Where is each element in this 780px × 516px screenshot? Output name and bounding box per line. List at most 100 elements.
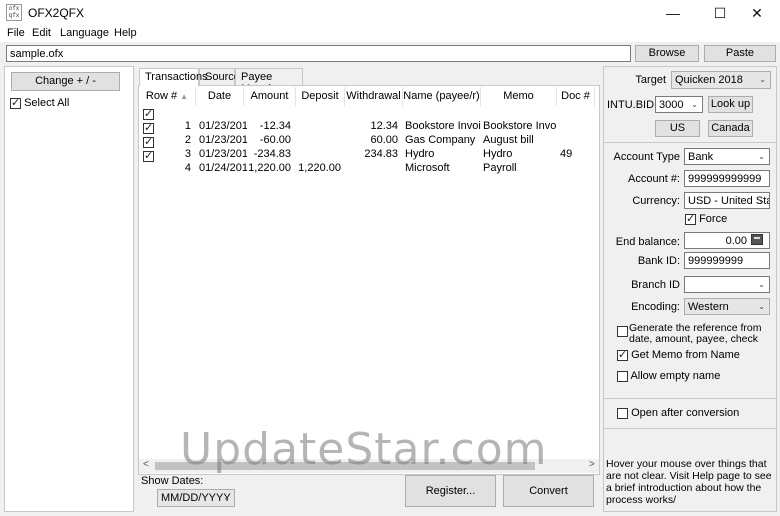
scrollbar-thumb[interactable] — [155, 462, 535, 470]
force-checkbox[interactable] — [685, 212, 696, 225]
bank-id-label: Bank ID: — [637, 255, 680, 267]
target-select[interactable]: Quicken 2018 ⌄ — [671, 71, 771, 89]
column-header-name[interactable]: Name (payee/r) — [403, 87, 481, 106]
column-header-memo[interactable]: Memo — [481, 87, 557, 106]
account-type-select[interactable]: Bank ⌄ — [684, 148, 770, 165]
generate-ref-label: Generate the reference from date, amount… — [629, 322, 762, 345]
show-dates-label: Show Dates: — [141, 475, 204, 487]
allow-empty-label: Allow empty name — [630, 370, 721, 382]
file-path-input[interactable]: sample.ofx — [6, 45, 631, 62]
branch-id-label: Branch ID — [631, 279, 680, 291]
scroll-right-icon[interactable]: > — [589, 459, 595, 470]
browse-button[interactable]: Browse — [635, 45, 699, 62]
menu-language[interactable]: Language — [60, 27, 109, 39]
get-memo-row[interactable]: Get Memo from Name — [617, 348, 740, 361]
get-memo-checkbox[interactable] — [617, 348, 628, 361]
table-row[interactable]: 4 01/24/2017 1,220.00 1,220.00 Microsoft… — [139, 149, 595, 174]
open-after-label: Open after conversion — [631, 407, 740, 419]
chevron-down-icon: ⌄ — [758, 280, 765, 289]
canada-button[interactable]: Canada — [708, 120, 753, 137]
divider — [604, 398, 776, 399]
open-after-row[interactable]: Open after conversion — [617, 407, 739, 419]
get-memo-label: Get Memo from Name — [631, 349, 740, 361]
convert-button[interactable]: Convert — [503, 475, 594, 507]
sort-up-icon: ▲ — [180, 92, 189, 101]
select-all-checkbox[interactable] — [10, 96, 21, 109]
close-button[interactable]: ✕ — [734, 0, 780, 26]
account-number-label: Account #: — [628, 173, 680, 185]
date-format-select[interactable]: MM/DD/YYYY ⌄ — [157, 489, 235, 507]
divider — [604, 142, 776, 143]
horizontal-scrollbar[interactable]: < > — [139, 459, 599, 473]
intu-bid-select[interactable]: 3000 ⌄ — [655, 96, 703, 113]
chevron-down-icon: ⌄ — [759, 75, 766, 84]
allow-empty-row[interactable]: Allow empty name — [617, 370, 720, 382]
generate-ref-checkbox[interactable] — [617, 326, 628, 337]
cell-memo: Payroll — [483, 162, 517, 174]
us-button[interactable]: US — [655, 120, 700, 137]
chevron-down-icon: ⌄ — [758, 302, 765, 311]
account-number-input[interactable]: 999999999999 — [684, 170, 770, 187]
open-after-checkbox[interactable] — [617, 407, 628, 419]
column-header-amount[interactable]: Amount — [244, 87, 296, 106]
divider — [604, 428, 776, 429]
register-button[interactable]: Register... — [405, 475, 496, 507]
account-type-value: Bank — [688, 151, 714, 163]
row-checkbox[interactable] — [143, 135, 154, 148]
target-label: Target — [635, 74, 666, 86]
menu-edit[interactable]: Edit — [32, 27, 51, 39]
minimize-button[interactable]: — — [650, 0, 696, 26]
row-checkbox[interactable] — [143, 121, 154, 134]
allow-empty-checkbox[interactable] — [617, 370, 628, 382]
calculator-icon[interactable] — [751, 234, 763, 245]
table-row[interactable]: 2 01/23/2017 -60.00 60.00 Gas Company Au… — [139, 121, 595, 146]
currency-select[interactable]: USD - United Sta ⌄ — [684, 192, 770, 209]
tab-transactions[interactable]: Transactions — [139, 68, 208, 86]
scroll-left-icon[interactable]: < — [143, 459, 149, 470]
cell-date: 01/24/2017 — [199, 162, 247, 174]
cell-doc — [560, 161, 590, 175]
column-header-row[interactable]: Row # ▲ — [139, 87, 196, 106]
encoding-label: Encoding: — [631, 301, 680, 313]
row-checkbox[interactable] — [143, 149, 154, 162]
generate-ref-row[interactable]: Generate the reference from date, amount… — [617, 323, 773, 345]
cell-row: 4 — [184, 162, 191, 174]
table-row[interactable]: 3 01/23/2017 -234.83 234.83 Hydro Hydro … — [139, 135, 595, 160]
chevron-down-icon: ⌄ — [758, 152, 765, 161]
menu-help[interactable]: Help — [114, 27, 137, 39]
help-text: Hover your mouse over things that are no… — [606, 458, 774, 506]
left-panel — [4, 66, 134, 512]
cell-amount: 1,220.00 — [248, 162, 291, 174]
row-checkbox[interactable] — [143, 107, 154, 120]
select-all-row[interactable]: Select All — [10, 96, 70, 109]
menu-bar: File Edit Language Help — [0, 26, 780, 42]
change-sign-button[interactable]: Change + / - — [11, 72, 120, 91]
encoding-select[interactable]: Western ⌄ — [684, 298, 770, 315]
encoding-value: Western — [688, 301, 729, 313]
paste-button[interactable]: Paste — [704, 45, 776, 62]
select-all-label: Select All — [24, 97, 70, 109]
force-row[interactable]: Force — [685, 212, 727, 225]
tab-payee-mapping[interactable]: Payee Mapping — [235, 68, 303, 95]
intu-bid-label: INTU.BID: — [607, 99, 658, 111]
table-row[interactable]: 1 01/23/2017 -12.34 12.34 Bookstore Invo… — [139, 107, 595, 132]
chevron-down-icon: ⌄ — [223, 493, 230, 502]
date-format-value: MM/DD/YYYY — [161, 492, 231, 504]
title-bar: ofx qfx OFX2QFX — ☐ ✕ — [0, 0, 780, 26]
bank-id-input[interactable]: 999999999 — [684, 252, 770, 269]
end-balance-label: End balance: — [615, 236, 680, 248]
cell-deposit: 1,220.00 — [298, 162, 341, 174]
column-header-withdrawal[interactable]: Withdrawal — [345, 87, 403, 106]
column-header-date[interactable]: Date — [196, 87, 244, 106]
transactions-grid: Row # ▲ Date Amount Deposit Withdrawal N… — [138, 85, 600, 475]
column-header-doc[interactable]: Doc # — [557, 87, 595, 106]
cell-withdrawal — [345, 161, 398, 175]
cell-name: Microsoft — [405, 162, 450, 174]
chevron-down-icon: ⌄ — [691, 100, 698, 109]
window-title: OFX2QFX — [28, 6, 85, 20]
intu-bid-value: 3000 — [659, 99, 684, 111]
menu-file[interactable]: File — [7, 27, 25, 39]
branch-id-select[interactable]: ⌄ — [684, 276, 770, 293]
lookup-button[interactable]: Look up — [708, 96, 753, 113]
column-header-deposit[interactable]: Deposit — [296, 87, 345, 106]
